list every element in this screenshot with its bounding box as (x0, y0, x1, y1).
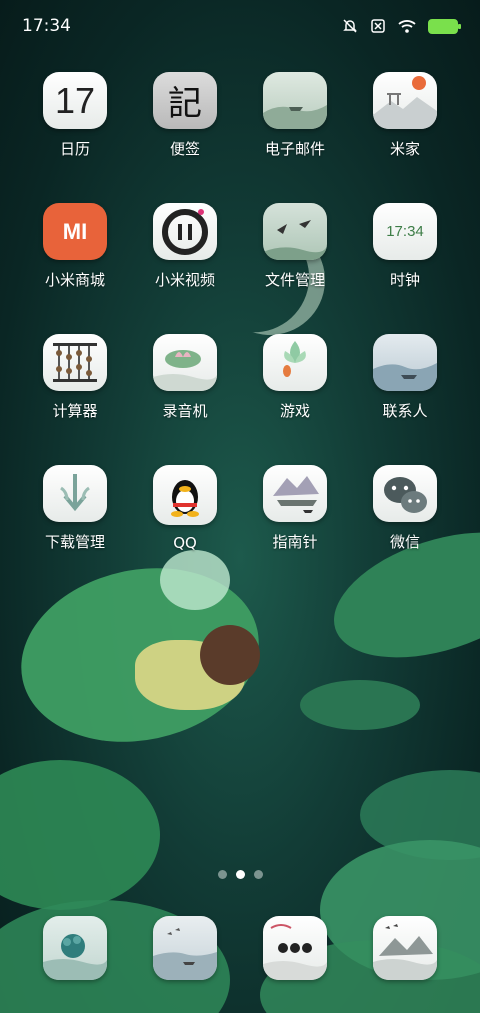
page-indicator[interactable] (0, 870, 480, 879)
app-label: 计算器 (52, 402, 98, 420)
app-clock[interactable]: 17:34 时钟 (350, 203, 460, 290)
email-icon (263, 72, 327, 129)
recorder-icon (153, 334, 217, 391)
camera-icon (373, 916, 437, 980)
app-label: 文件管理 (264, 271, 325, 289)
lotus-leaf (300, 680, 420, 730)
downloads-icon (43, 465, 107, 522)
app-grid: 17 日历 記 便签 电子邮件 米家 MI 小米商城 小米视频 文件管理 17:… (20, 72, 460, 552)
app-compass[interactable]: 指南针 (240, 465, 350, 552)
app-label: 微信 (389, 533, 420, 551)
app-label: 游戏 (279, 402, 310, 420)
compass-icon (263, 465, 327, 522)
games-icon (263, 334, 327, 391)
battery-charging-icon (428, 18, 461, 34)
app-recorder[interactable]: 录音机 (130, 334, 240, 421)
girl-hair (200, 625, 260, 685)
dock (20, 916, 460, 980)
mi-logo: MI (62, 218, 88, 244)
app-label: 录音机 (162, 402, 208, 420)
mi-video-icon (153, 203, 217, 260)
app-wechat[interactable]: 微信 (350, 465, 460, 552)
app-label: 米家 (389, 140, 420, 158)
calculator-icon (43, 334, 107, 391)
bell-off-icon (343, 19, 357, 33)
dock-phone[interactable] (20, 916, 130, 980)
app-mijia[interactable]: 米家 (350, 72, 460, 159)
app-calendar[interactable]: 17 日历 (20, 72, 130, 159)
mi-store-icon: MI (43, 203, 107, 260)
clock-icon: 17:34 (373, 203, 437, 260)
mijia-icon (373, 72, 437, 129)
notes-glyph: 記 (168, 84, 202, 124)
app-mi-video[interactable]: 小米视频 (130, 203, 240, 290)
app-label: 时钟 (389, 271, 420, 289)
calendar-icon: 17 (43, 72, 107, 129)
page-dot-2[interactable] (235, 870, 245, 879)
app-label: 电子邮件 (264, 140, 325, 158)
app-label: 联系人 (382, 402, 428, 420)
app-email[interactable]: 电子邮件 (240, 72, 350, 159)
dock-browser[interactable] (240, 916, 350, 980)
file-manager-icon (263, 203, 327, 260)
status-time: 17:34 (22, 16, 71, 36)
calendar-date: 17 (54, 79, 96, 121)
notes-icon: 記 (153, 72, 217, 129)
app-label: 指南针 (272, 533, 318, 551)
qq-icon (153, 465, 217, 525)
app-label: 下载管理 (44, 533, 105, 551)
app-file-manager[interactable]: 文件管理 (240, 203, 350, 290)
app-downloads[interactable]: 下载管理 (20, 465, 130, 552)
page-dot-1[interactable] (217, 870, 227, 879)
app-games[interactable]: 游戏 (240, 334, 350, 421)
clock-time: 17:34 (386, 223, 424, 240)
page-dot-3[interactable] (253, 870, 263, 879)
app-label: QQ (173, 534, 197, 552)
app-calculator[interactable]: 计算器 (20, 334, 130, 421)
messages-icon (153, 916, 217, 980)
browser-icon (263, 916, 327, 980)
dock-camera[interactable] (350, 916, 460, 980)
app-contacts[interactable]: 联系人 (350, 334, 460, 421)
app-mi-store[interactable]: MI 小米商城 (20, 203, 130, 290)
contacts-icon (373, 334, 437, 391)
app-label: 小米商城 (44, 271, 105, 289)
status-bar: 17:34 (0, 0, 480, 52)
app-label: 日历 (59, 140, 90, 158)
lotus-flower (160, 550, 230, 610)
app-label: 小米视频 (154, 271, 215, 289)
no-sim-icon (371, 19, 385, 33)
app-label: 便签 (169, 140, 200, 158)
app-qq[interactable]: QQ (130, 465, 240, 552)
wechat-icon (373, 465, 437, 522)
wifi-icon (398, 20, 416, 33)
phone-icon (43, 916, 107, 980)
app-notes[interactable]: 記 便签 (130, 72, 240, 159)
dock-messages[interactable] (130, 916, 240, 980)
lotus-leaf (0, 760, 160, 910)
